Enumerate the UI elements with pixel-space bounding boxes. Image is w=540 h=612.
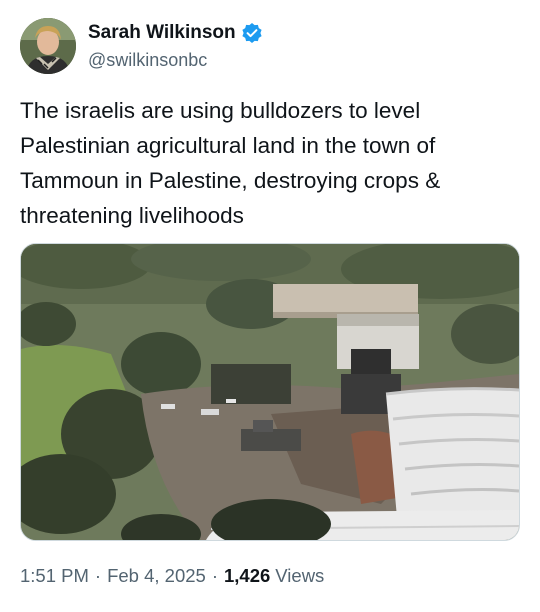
tweet-header: Sarah Wilkinson @swilkinsonbc [20, 18, 520, 74]
tweet-text: The israelis are using bulldozers to lev… [20, 98, 441, 228]
tweet-video-thumbnail[interactable] [20, 243, 520, 541]
display-name[interactable]: Sarah Wilkinson [88, 22, 236, 44]
tweet-meta: 1:51 PM · Feb 4, 2025 · 1,426 Views [20, 563, 324, 589]
author-block: Sarah Wilkinson @swilkinsonbc [88, 21, 263, 71]
tweet-card: Sarah Wilkinson @swilkinsonbc The israel… [0, 0, 540, 612]
tweet-date[interactable]: Feb 4, 2025 [107, 565, 206, 587]
author-handle[interactable]: @swilkinsonbc [88, 50, 263, 71]
views-label: Views [275, 565, 325, 586]
avatar[interactable] [20, 18, 76, 74]
name-row: Sarah Wilkinson [88, 21, 263, 45]
meta-separator: · [94, 565, 102, 586]
tweet-time[interactable]: 1:51 PM [20, 565, 89, 587]
meta-separator: · [211, 565, 218, 586]
verified-badge-icon [241, 22, 263, 44]
views-count: 1,426 [224, 565, 271, 586]
